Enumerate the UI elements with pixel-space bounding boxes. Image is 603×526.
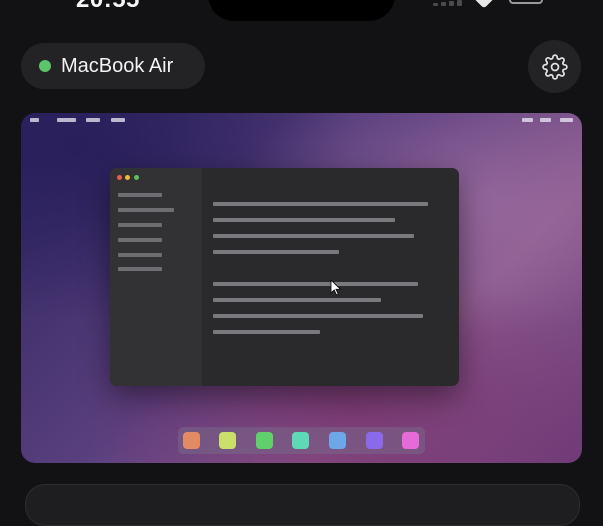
sidebar-item — [118, 267, 162, 271]
sidebar-item — [118, 193, 162, 197]
dock-app-icon[interactable] — [183, 432, 200, 449]
dynamic-island — [208, 0, 395, 21]
text-line — [213, 234, 414, 238]
battery-icon — [509, 0, 543, 4]
status-time: 20:55 — [76, 0, 140, 14]
app-window — [110, 168, 459, 386]
dock-app-icon[interactable] — [256, 432, 273, 449]
dock-app-icon[interactable] — [219, 432, 236, 449]
status-bar: 20:55 — [0, 0, 603, 24]
dock-app-icon[interactable] — [329, 432, 346, 449]
text-line — [213, 218, 395, 222]
dock-app-icon[interactable] — [402, 432, 419, 449]
device-name: MacBook Air — [61, 54, 174, 77]
text-line — [213, 314, 423, 318]
gear-icon — [541, 53, 568, 80]
dock-app-icon[interactable] — [366, 432, 383, 449]
text-line — [213, 298, 381, 302]
sidebar-item — [118, 253, 162, 257]
bottom-card[interactable] — [25, 484, 580, 526]
text-line — [213, 282, 418, 286]
sidebar-item — [118, 238, 162, 242]
window-sidebar — [110, 168, 202, 386]
sidebar-item — [118, 223, 162, 227]
dock-app-icon[interactable] — [292, 432, 309, 449]
zoom-window-dot — [134, 175, 139, 180]
sidebar-item — [118, 208, 174, 212]
wifi-icon — [475, 0, 493, 9]
arrow-cursor-icon — [330, 279, 342, 296]
cellular-signal-icon — [433, 0, 463, 6]
mac-dock — [178, 427, 425, 454]
remote-screen-preview[interactable] — [21, 113, 582, 463]
device-selector[interactable]: MacBook Air — [21, 43, 205, 89]
text-line — [213, 202, 428, 206]
text-line — [213, 250, 339, 254]
minimize-window-dot — [125, 175, 130, 180]
connection-status-dot — [39, 60, 51, 72]
settings-button[interactable] — [528, 40, 581, 93]
text-line — [213, 330, 320, 334]
close-window-dot — [117, 175, 122, 180]
